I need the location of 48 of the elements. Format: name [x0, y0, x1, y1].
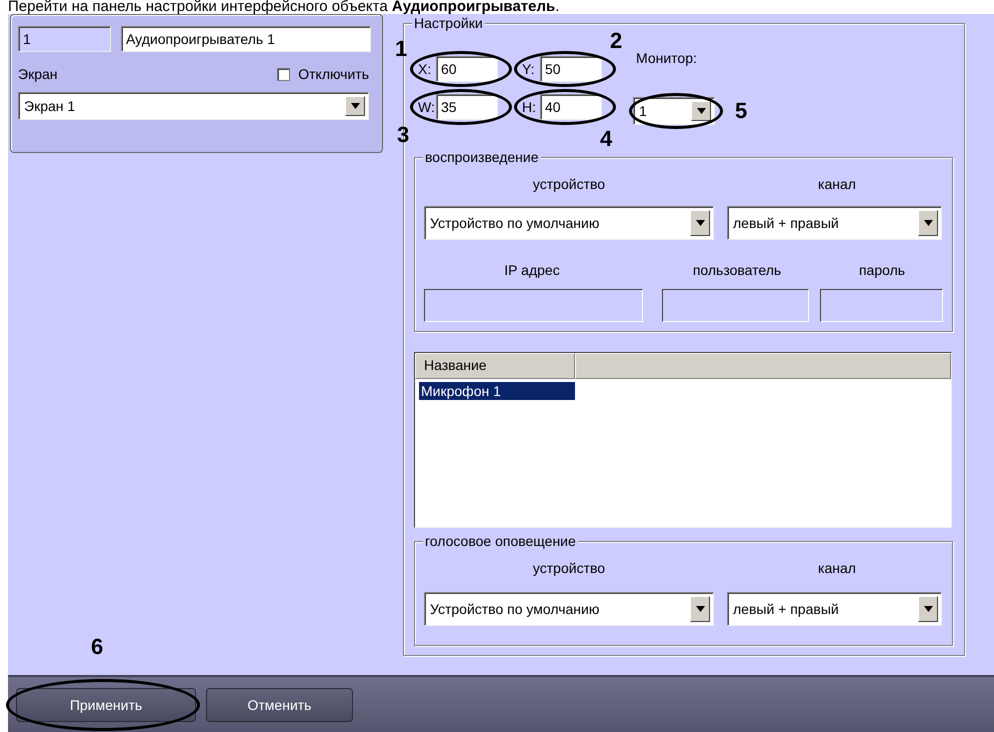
- callout-number: 6: [91, 636, 104, 658]
- field-label: Y:: [522, 61, 536, 77]
- caret-icon: [696, 606, 704, 612]
- password-label: пароль: [858, 262, 906, 278]
- text-field[interactable]: [424, 289, 643, 322]
- callout-number: 1: [395, 38, 408, 60]
- column-header[interactable]: [575, 353, 951, 379]
- user-label: пользователь: [692, 262, 782, 278]
- callout-number: 3: [397, 124, 410, 146]
- field-label: H:: [522, 99, 537, 115]
- text-field[interactable]: [820, 289, 943, 322]
- caret-icon: [696, 108, 706, 114]
- device-label: устройство: [532, 176, 606, 192]
- action-button[interactable]: Отменить: [206, 688, 353, 722]
- dropdown[interactable]: Устройство по умолчанию: [424, 206, 714, 240]
- coordinate-field[interactable]: 35: [436, 94, 498, 120]
- dropdown[interactable]: левый + правый: [727, 592, 942, 626]
- coordinate-field[interactable]: 40: [540, 94, 602, 120]
- caret-icon: [350, 103, 360, 109]
- field-label: W:: [418, 99, 436, 115]
- channel-label: канал: [818, 560, 856, 576]
- coordinate-field[interactable]: 50: [540, 56, 602, 82]
- channel-label: канал: [818, 176, 856, 192]
- caret-icon: [696, 220, 704, 226]
- dropdown[interactable]: левый + правый: [727, 206, 942, 240]
- checkbox[interactable]: [277, 68, 290, 80]
- ip-label: IP адрес: [504, 262, 560, 278]
- callout-number: 5: [735, 100, 748, 122]
- screen-label: Экран: [18, 66, 58, 82]
- callout-number: 2: [610, 30, 622, 52]
- caret-icon: [924, 606, 932, 612]
- name-field[interactable]: Аудиопроигрыватель 1: [121, 26, 371, 52]
- device-label: устройство: [532, 560, 606, 576]
- coordinate-field[interactable]: 60: [436, 56, 498, 82]
- dropdown[interactable]: Устройство по умолчанию: [424, 592, 714, 626]
- callout-number: 4: [600, 128, 612, 150]
- id-field: 1: [18, 26, 111, 52]
- column-header[interactable]: Название: [415, 353, 575, 379]
- caret-icon: [924, 220, 932, 226]
- action-button[interactable]: Применить: [16, 688, 196, 722]
- list-item[interactable]: Микрофон 1: [419, 382, 575, 400]
- checkbox-label[interactable]: Отключить: [298, 66, 369, 82]
- dropdown[interactable]: Экран 1: [18, 92, 369, 120]
- group-title: Настройки: [412, 15, 485, 31]
- text-field[interactable]: [662, 289, 809, 322]
- field-label: X:: [418, 61, 432, 77]
- monitor-label: Монитор:: [636, 50, 697, 66]
- dropdown[interactable]: 1: [633, 97, 715, 125]
